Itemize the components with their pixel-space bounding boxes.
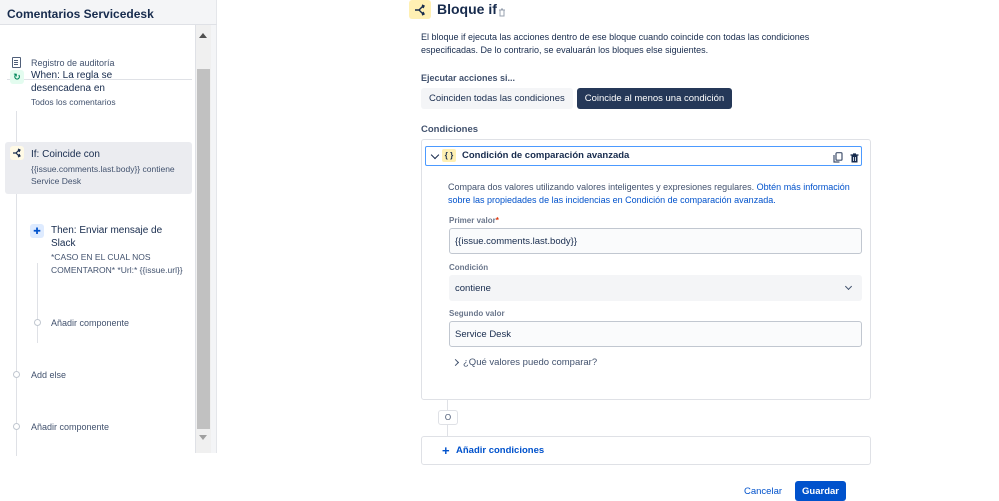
add-component-outer[interactable]: Añadir componente [31,422,109,432]
scroll-up-icon[interactable] [199,33,207,38]
condition-description: Compara dos valores utilizando valores i… [448,181,868,207]
when-title-2[interactable]: desencadena en [31,82,105,95]
sidebar-scrollbar[interactable] [196,25,211,453]
chevron-right-icon [451,358,460,367]
if-block-editor: Bloque if El bloque if ejecuta las accio… [409,0,999,501]
required-mark: * [495,216,499,225]
trigger-icon: ↻ [10,70,24,84]
save-button[interactable]: Guardar [795,481,846,501]
scroll-down-icon[interactable] [199,435,207,440]
when-title-1[interactable]: When: La regla se [31,69,112,82]
condition-select-label: Condición [449,263,489,272]
if-subtitle-1: {{issue.comments.last.body}} contiene [31,164,175,174]
option-all-conditions[interactable]: Coinciden todas las condiciones [421,88,573,109]
braces-icon: { } [442,149,456,162]
first-value-label: Primer valor* [449,216,499,225]
trash-icon[interactable] [850,150,859,168]
block-description: El bloque if ejecuta las acciones dentro… [421,32,810,55]
condition-select-value: contiene [455,282,491,294]
audit-log-link[interactable]: Registro de auditoría [12,57,115,68]
second-value-label: Segundo valor [449,309,505,318]
chevron-down-icon [844,282,853,291]
conditions-label: Condiciones [421,124,479,135]
condition-header[interactable]: { } Condición de comparación avanzada [425,146,862,166]
tree-line-inner [37,263,38,343]
scroll-thumb[interactable] [197,69,210,429]
add-conditions-button[interactable]: + Añadir condiciones [421,436,871,465]
first-value-input[interactable]: {{issue.comments.last.body}} [449,228,862,254]
match-mode-toggle: Coinciden todas las condiciones Coincide… [421,88,733,109]
first-value-label-text: Primer valor [449,216,496,225]
then-subtitle-2: COMENTARON* *Url:* {{issue.url}} [51,265,183,275]
execute-label: Ejecutar acciones si... [421,73,516,83]
add-else[interactable]: Add else [31,370,66,380]
rule-sidebar: Comentarios Servicedesk Registro de audi… [0,0,217,456]
document-icon [12,57,21,68]
rule-title: Comentarios Servicedesk [7,7,154,21]
plus-icon: + [442,443,450,458]
trash-icon[interactable] [498,4,506,22]
component-list: Registro de auditoría ↻ When: La regla s… [0,25,196,456]
then-title-1[interactable]: Then: Enviar mensaje de [51,224,162,237]
copy-icon[interactable] [833,150,843,163]
slack-icon: ✚ [30,224,44,238]
condition-title: Condición de comparación avanzada [462,150,630,161]
when-subtitle: Todos los comentarios [31,97,116,107]
branch-icon [409,0,431,19]
add-conditions-label: Añadir condiciones [456,445,545,456]
help-expander[interactable]: ¿Qué valores puedo comparar? [451,357,598,368]
then-title-2[interactable]: Slack [51,237,75,250]
add-point-icon [34,319,41,326]
condition-select[interactable]: contiene [449,275,862,301]
if-title[interactable]: If: Coincide con [31,148,100,161]
branch-icon [10,146,24,160]
then-subtitle-1: *CASO EN EL CUAL NOS [51,252,151,262]
option-any-condition[interactable]: Coincide al menos una condición [576,88,733,109]
if-subtitle-2: Service Desk [31,176,82,186]
chevron-down-icon[interactable] [430,150,440,160]
help-text: ¿Qué valores puedo comparar? [463,357,598,368]
add-point-icon [13,423,20,430]
operator-badge: O [438,410,458,425]
cancel-button[interactable]: Cancelar [744,482,782,501]
second-value-input[interactable]: Service Desk [449,321,862,347]
condition-description-text: Compara dos valores utilizando valores i… [448,182,757,192]
block-title: Bloque if [437,1,497,17]
audit-log-label: Registro de auditoría [31,57,115,68]
condition-card: { } Condición de comparación avanzada Co… [421,139,871,400]
add-point-icon [13,371,20,378]
add-component-inner[interactable]: Añadir componente [51,318,129,328]
